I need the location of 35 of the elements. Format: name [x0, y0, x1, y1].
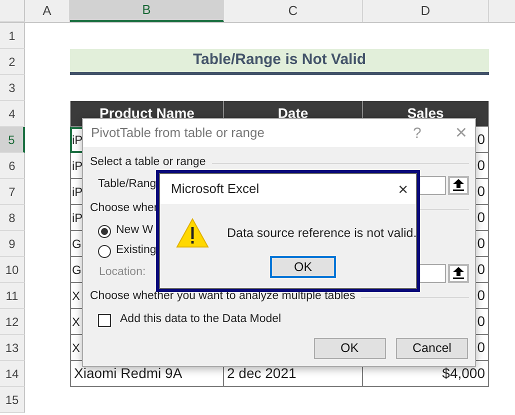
section-heading: Select a table or range — [90, 155, 206, 170]
row-header[interactable]: 14 — [0, 361, 25, 387]
row-header[interactable]: 2 — [0, 49, 25, 75]
row-header[interactable]: 12 — [0, 309, 25, 335]
warning-icon — [176, 218, 209, 248]
row-header[interactable]: 13 — [0, 335, 25, 361]
ok-button[interactable]: OK — [314, 338, 386, 359]
sheet-title: Table/Range is Not Valid — [70, 49, 489, 75]
field-label: Table/Rang — [98, 177, 156, 192]
row-header[interactable]: 7 — [0, 179, 25, 205]
option-label: Existing — [116, 243, 156, 258]
row-header[interactable]: 10 — [0, 257, 25, 283]
row-header[interactable]: 15 — [0, 387, 25, 413]
collapse-button[interactable] — [448, 264, 469, 282]
ok-button[interactable]: OK — [270, 256, 336, 278]
close-button[interactable]: × — [398, 180, 408, 198]
radio-button[interactable] — [98, 244, 111, 258]
arrow-up-icon — [453, 267, 464, 279]
arrow-up-icon — [453, 179, 464, 191]
column-header[interactable]: D — [363, 0, 489, 22]
row-header[interactable]: 3 — [0, 75, 25, 101]
collapse-button[interactable] — [448, 176, 469, 194]
cancel-button[interactable]: Cancel — [396, 338, 468, 359]
row-header[interactable]: 11 — [0, 283, 25, 309]
row-header[interactable]: 5 — [0, 127, 25, 153]
checkbox[interactable] — [98, 314, 111, 326]
column-header[interactable]: C — [224, 0, 363, 22]
row-header[interactable]: 6 — [0, 153, 25, 179]
row-header[interactable]: 1 — [0, 23, 25, 49]
radio-button[interactable] — [98, 224, 111, 238]
row-header[interactable]: 4 — [0, 101, 25, 127]
row-header[interactable]: 8 — [0, 205, 25, 231]
field-label: Location: — [99, 265, 146, 280]
row-header[interactable]: 9 — [0, 231, 25, 257]
column-header[interactable]: B — [70, 0, 224, 22]
